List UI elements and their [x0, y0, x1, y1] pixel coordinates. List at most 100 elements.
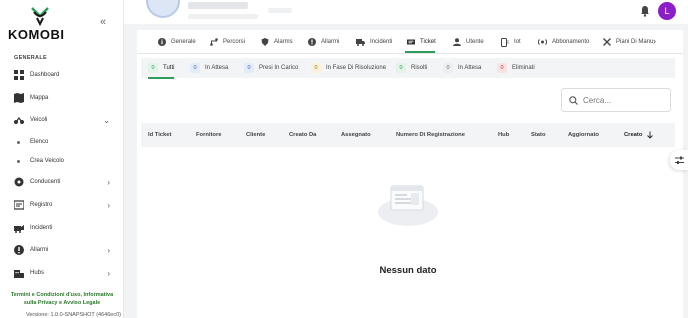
search-icon — [569, 95, 578, 105]
ticket-icon — [407, 39, 415, 45]
column-creato-da[interactable]: Creato Da — [289, 123, 316, 147]
map-icon — [14, 93, 24, 103]
tab-label: Piani Di Manu — [616, 39, 654, 45]
sidebar-item-allarmi[interactable]: Allarmi › — [0, 241, 124, 259]
motorbike-icon — [14, 117, 24, 124]
collapse-sidebar-icon[interactable]: « — [100, 16, 106, 28]
register-icon — [14, 200, 24, 210]
filter-in-fase-di-risoluzione[interactable]: 0 In Fase Di Risoluzione — [311, 58, 386, 78]
empty-state-illustration — [378, 185, 438, 226]
count-badge: 0 — [190, 63, 200, 73]
brand-name: KOMOBI — [8, 27, 65, 42]
tab-label: Alarms — [274, 39, 293, 45]
column-numero-di-registrazione[interactable]: Numero Di Registrazione — [396, 123, 465, 147]
filter-panel-toggle[interactable] — [670, 150, 688, 170]
tab-allarmi[interactable]: Allarmi — [308, 30, 339, 54]
dashboard-icon — [14, 70, 24, 80]
filter-eliminati[interactable]: 0 Eliminati — [497, 58, 535, 78]
column-id-ticket[interactable]: Id Ticket — [148, 123, 171, 147]
tab-label: Generale — [171, 39, 196, 45]
sidebar-item-label: Veicoli — [30, 117, 48, 123]
user-icon — [453, 38, 461, 46]
filter-label: Eliminati — [512, 65, 535, 71]
column-assegnato[interactable]: Assegnato — [341, 123, 371, 147]
alarm-icon — [14, 245, 24, 255]
logo-mark-icon — [31, 7, 49, 26]
sidebar-item-hubs[interactable]: Hubs › — [0, 264, 124, 282]
chevron-right-icon: › — [107, 245, 110, 255]
hubs-icon — [14, 270, 24, 278]
filter-risolti[interactable]: 0 Risolti — [396, 58, 427, 78]
column-aggiornato[interactable]: Aggiornato — [568, 123, 599, 147]
tools-icon — [603, 38, 611, 46]
tab-percorsi[interactable]: Percorsi — [210, 30, 245, 54]
search-box[interactable] — [561, 88, 671, 112]
tab-abbonamento[interactable]: Abbonamento — [538, 30, 589, 54]
table-header: Id Ticket Fornitore Cliente Creato Da As… — [141, 123, 675, 147]
sidebar-item-incidenti[interactable]: Incidenti — [0, 219, 124, 237]
tab-generale[interactable]: Generale — [158, 30, 196, 54]
filter-label: In Attesa — [458, 65, 482, 71]
vehicle-subtitle-placeholder — [188, 14, 258, 19]
sidebar-item-veicoli[interactable]: Veicoli ⌄ — [0, 111, 124, 129]
column-hub[interactable]: Hub — [498, 123, 509, 147]
filter-tutti[interactable]: 0 Tutti — [148, 58, 174, 78]
shield-icon — [261, 38, 269, 46]
tab-incidenti[interactable]: Incidenti — [356, 30, 392, 54]
column-cliente[interactable]: Cliente — [246, 123, 265, 147]
komobi-logo[interactable]: KOMOBI — [8, 6, 72, 42]
column-stato[interactable]: Stato — [531, 123, 546, 147]
driver-icon — [14, 177, 24, 187]
filter-in-attesa-2[interactable]: 0 In Attesa — [443, 58, 481, 78]
sidebar-item-dashboard[interactable]: Dashboard — [0, 66, 124, 84]
search-input[interactable] — [583, 95, 663, 105]
tab-iot[interactable]: Iot — [501, 30, 521, 54]
tab-piani-di-manutenzione[interactable]: Piani Di Manu — [603, 30, 653, 54]
column-creato[interactable]: Creato — [624, 123, 654, 147]
sidebar-item-registro[interactable]: Registro › — [0, 196, 124, 214]
sidebar-item-label: Mappa — [30, 95, 49, 101]
filter-presi-in-carico[interactable]: 0 Presi In Carico — [244, 58, 298, 78]
chevron-right-icon: › — [107, 200, 110, 210]
arrow-down-icon — [647, 131, 654, 139]
vehicle-avatar — [146, 0, 180, 18]
filter-label: In Fase Di Risoluzione — [326, 65, 387, 71]
column-label: Creato — [624, 132, 643, 138]
chevron-down-icon: ⌄ — [103, 115, 110, 125]
sidebar-item-label: Dashboard — [30, 72, 60, 78]
tab-label: Incidenti — [370, 39, 393, 45]
filter-label: Presi In Carico — [259, 65, 299, 71]
user-avatar[interactable]: L — [658, 2, 676, 20]
bullet-icon — [17, 140, 20, 144]
tab-bar: Generale Percorsi Alarms Allarmi Inciden… — [137, 30, 683, 54]
sidebar-item-mappa[interactable]: Mappa — [0, 89, 124, 107]
filter-in-attesa[interactable]: 0 In Attesa — [190, 58, 228, 78]
legal-links[interactable]: Termini e Condizioni d'uso, Informativa … — [6, 291, 118, 307]
sliders-icon — [674, 156, 684, 164]
subscription-icon — [538, 39, 547, 45]
tab-label: Allarmi — [321, 39, 340, 45]
bell-icon[interactable] — [639, 5, 651, 17]
chevron-right-icon: › — [107, 268, 110, 278]
top-bar: L — [124, 0, 688, 24]
vehicle-meta-placeholder — [268, 8, 292, 13]
tab-alarms[interactable]: Alarms — [261, 30, 293, 54]
sidebar-subitem-elenco[interactable]: Elenco — [0, 135, 124, 149]
count-badge: 0 — [244, 63, 254, 73]
truck-icon — [356, 39, 365, 46]
sidebar-subitem-label: Crea Veicolo — [30, 158, 65, 164]
sidebar-subitem-crea-veicolo[interactable]: Crea Veicolo — [0, 154, 124, 168]
tab-utente[interactable]: Utente — [453, 30, 484, 54]
info-icon — [158, 38, 166, 46]
sidebar-item-label: Conducenti — [30, 179, 61, 185]
ticket-panel: Generale Percorsi Alarms Allarmi Inciden… — [137, 30, 683, 318]
count-badge: 0 — [497, 63, 507, 73]
column-fornitore[interactable]: Fornitore — [196, 123, 221, 147]
chevron-right-icon[interactable]: › — [653, 36, 656, 46]
version-label: Versione: 1.0.0-SNAPSHOT (4646ec0) — [26, 312, 121, 318]
tab-label: Ticket — [420, 39, 436, 45]
active-tab-indicator — [405, 51, 435, 53]
sidebar-item-label: Registro — [30, 202, 53, 208]
sidebar-item-conducenti[interactable]: Conducenti › — [0, 173, 124, 191]
filter-label: Tutti — [163, 65, 175, 71]
